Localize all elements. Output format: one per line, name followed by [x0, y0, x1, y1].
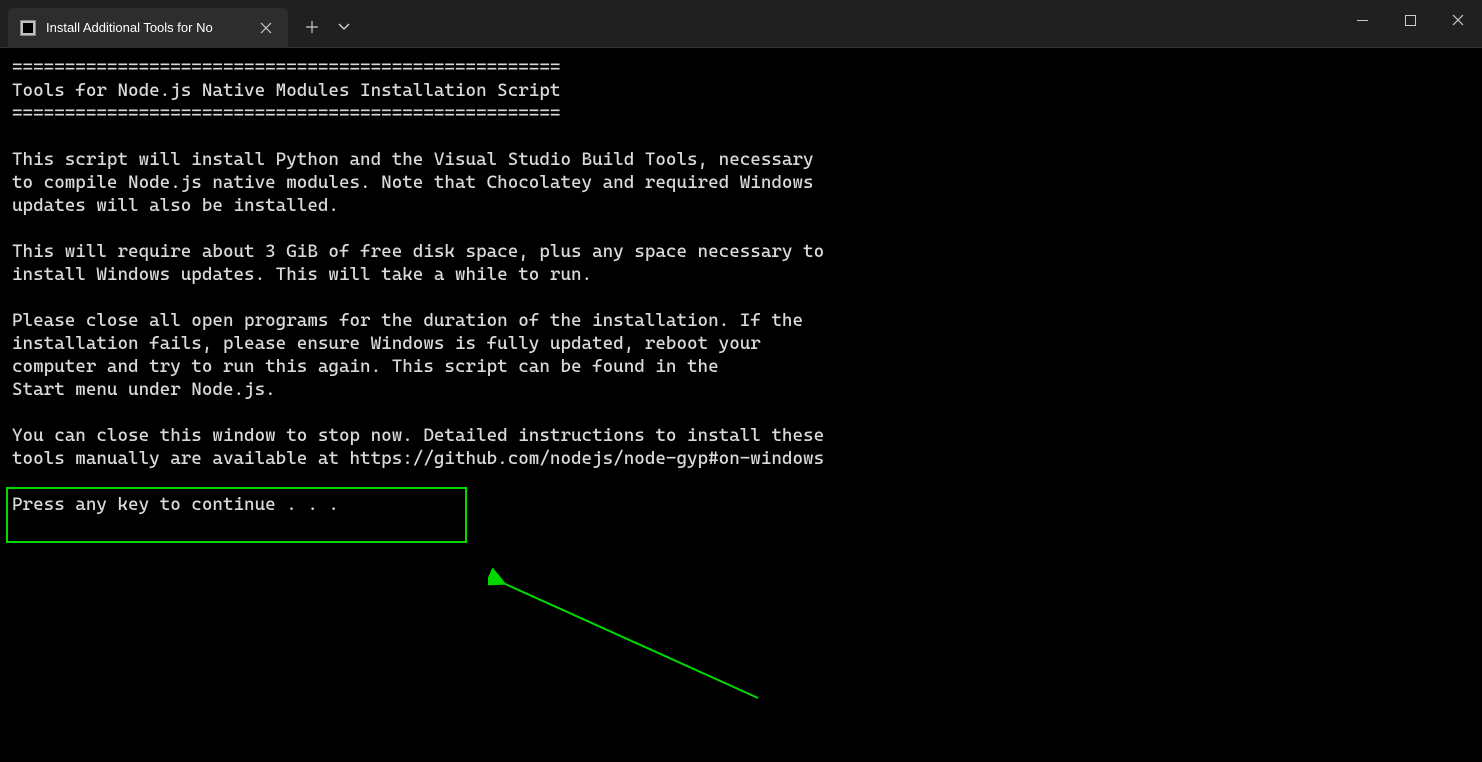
terminal-divider-top: ========================================… — [12, 57, 560, 78]
new-tab-button[interactable] — [296, 11, 328, 43]
terminal-paragraph-3: Please close all open programs for the d… — [12, 310, 803, 400]
maximize-button[interactable] — [1386, 0, 1434, 40]
titlebar-left: Install Additional Tools for No — [0, 0, 360, 47]
tab-dropdown-button[interactable] — [328, 11, 360, 43]
close-icon — [260, 22, 272, 34]
terminal-title-line: Tools for Node.js Native Modules Install… — [12, 80, 560, 101]
tab-title: Install Additional Tools for No — [46, 20, 246, 35]
terminal-paragraph-4: You can close this window to stop now. D… — [12, 425, 824, 469]
terminal-prompt: Press any key to continue . . . — [12, 494, 339, 515]
close-window-button[interactable] — [1434, 0, 1482, 40]
terminal-icon — [20, 20, 36, 36]
plus-icon — [305, 20, 319, 34]
terminal-divider-bottom: ========================================… — [12, 103, 560, 124]
window-controls — [1338, 0, 1482, 47]
maximize-icon — [1405, 15, 1416, 26]
close-icon — [1452, 14, 1464, 26]
terminal-paragraph-1: This script will install Python and the … — [12, 149, 814, 216]
tab-close-button[interactable] — [256, 18, 276, 38]
terminal-content[interactable]: ========================================… — [0, 48, 1482, 762]
titlebar: Install Additional Tools for No — [0, 0, 1482, 48]
terminal-paragraph-2: This will require about 3 GiB of free di… — [12, 241, 824, 285]
chevron-down-icon — [338, 23, 350, 31]
minimize-button[interactable] — [1338, 0, 1386, 40]
minimize-icon — [1357, 20, 1368, 21]
tab-active[interactable]: Install Additional Tools for No — [8, 8, 288, 48]
